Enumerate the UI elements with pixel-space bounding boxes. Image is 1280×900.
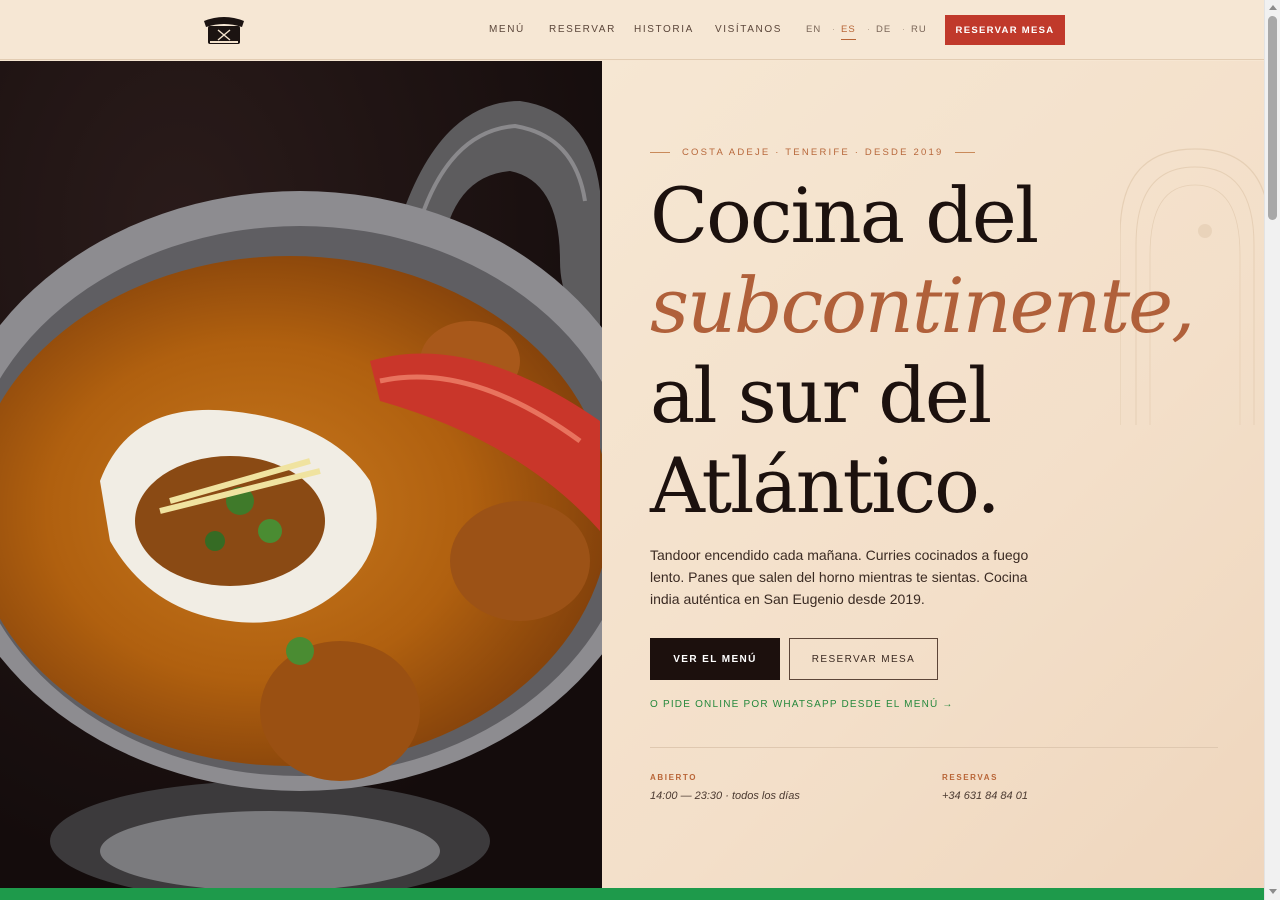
eyebrow-line xyxy=(650,152,670,153)
reservations-phone[interactable]: +34 631 84 84 01 xyxy=(942,790,1028,802)
view-menu-button[interactable]: VER EL MENÚ xyxy=(650,638,780,680)
location-eyebrow: COSTA ADEJE · TENERIFE · DESDE 2019 xyxy=(682,147,944,158)
curry-dish-photo xyxy=(0,61,602,888)
whatsapp-order-link[interactable]: O PIDE ONLINE POR WHATSAPP DESDE EL MENÚ… xyxy=(650,699,954,710)
reserve-table-button[interactable]: RESERVAR MESA xyxy=(789,638,938,680)
scroll-down-icon[interactable] xyxy=(1269,889,1277,894)
hero-headline: Cocina del subcontinente, al sur del Atl… xyxy=(650,171,1195,531)
hero-content: COSTA ADEJE · TENERIFE · DESDE 2019 Coci… xyxy=(602,61,1264,888)
scroll-thumb[interactable] xyxy=(1268,16,1277,220)
headline-line-3: al sur del xyxy=(650,351,992,440)
eyebrow-line xyxy=(955,152,976,153)
lang-de[interactable]: DE xyxy=(876,24,891,35)
nav-reservar[interactable]: RESERVAR xyxy=(549,24,616,35)
reserve-table-header-button[interactable]: RESERVAR MESA xyxy=(945,15,1065,45)
nav-historia[interactable]: HISTORIA xyxy=(634,24,694,35)
nav-menu[interactable]: MENÚ xyxy=(489,24,525,35)
headline-line-2: subcontinente, xyxy=(650,261,1195,350)
lang-separator: · xyxy=(902,24,905,34)
nav-visitanos[interactable]: VISÍTANOS xyxy=(715,24,782,35)
eyebrow: COSTA ADEJE · TENERIFE · DESDE 2019 xyxy=(650,147,976,158)
page-scrollbar[interactable] xyxy=(1264,0,1280,900)
divider xyxy=(650,747,1218,748)
lang-es[interactable]: ES xyxy=(841,24,856,40)
site-header: MENÚ RESERVAR HISTORIA VISÍTANOS EN · ES… xyxy=(0,0,1264,60)
reservations-label: RESERVAS xyxy=(942,773,999,782)
hours-label: ABIERTO xyxy=(650,773,698,782)
logo-emblem[interactable] xyxy=(200,13,248,47)
headline-line-4: Atlántico. xyxy=(650,441,1001,530)
scroll-up-icon[interactable] xyxy=(1269,5,1277,10)
lang-en[interactable]: EN xyxy=(806,24,821,35)
lang-separator: · xyxy=(867,24,870,34)
lang-ru[interactable]: RU xyxy=(911,24,927,35)
bottom-accent-bar xyxy=(0,888,1264,900)
hero-intro: Tandoor encendido cada mañana. Curries c… xyxy=(650,547,1029,607)
headline-line-1: Cocina del xyxy=(650,171,1039,260)
hours-value: 14:00 — 23:30 · todos los días xyxy=(650,790,800,802)
lang-separator: · xyxy=(832,24,835,34)
